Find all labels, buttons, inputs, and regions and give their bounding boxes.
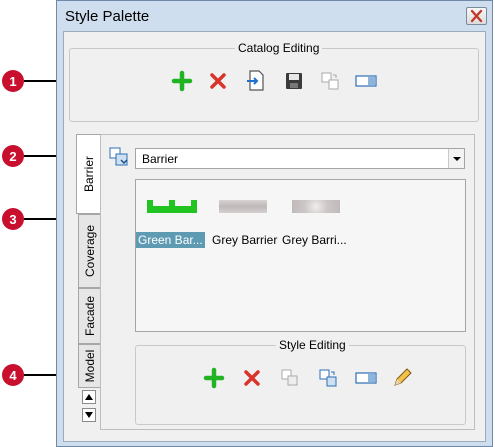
tab-facade-label: Facade (83, 295, 97, 337)
tab-model[interactable]: Model (78, 344, 102, 388)
style-rename-button[interactable] (354, 366, 378, 390)
catalog-editing-group: Catalog Editing (69, 41, 479, 122)
import-icon (247, 70, 264, 91)
catalog-delete-button[interactable] (206, 69, 230, 93)
add-icon (171, 70, 193, 92)
triangle-down-icon (85, 412, 93, 418)
triangle-up-icon (85, 394, 93, 400)
style-type-icon (109, 147, 128, 166)
callout-2-label: 2 (9, 148, 17, 164)
tab-barrier-label: Barrier (81, 155, 96, 193)
style-type-dropdown[interactable]: Barrier (135, 148, 465, 169)
catalog-add-button[interactable] (170, 69, 194, 93)
tab-barrier[interactable]: Barrier (76, 134, 100, 214)
duplicate-icon (281, 369, 298, 386)
tab-scroll-down-button[interactable] (82, 408, 96, 422)
callout-3-label: 3 (9, 211, 17, 227)
rename-icon (355, 372, 377, 384)
style-palette-window: Style Palette Catalog Editing Barrier Co… (56, 0, 493, 447)
copy-icon (319, 369, 337, 387)
green-barrier-swatch (147, 200, 197, 214)
catalog-copy-button[interactable] (318, 69, 342, 93)
catalog-save-button[interactable] (282, 69, 306, 93)
style-copy-button[interactable] (316, 366, 340, 390)
copy-icon (321, 72, 339, 90)
add-icon (203, 367, 225, 389)
window-title: Style Palette (65, 8, 150, 25)
save-icon (286, 73, 302, 89)
style-editing-group: Style Editing (135, 338, 466, 425)
grey-barrier-swatch (219, 200, 267, 213)
callout-2: 2 (2, 145, 24, 167)
style-type-value: Barrier (142, 152, 179, 166)
style-edit-button[interactable] (390, 366, 414, 390)
callout-4-label: 4 (9, 367, 17, 383)
palette-client-area: Catalog Editing Barrier Coverage Facade … (63, 31, 486, 442)
style-item-label: Grey Barrier (212, 233, 278, 247)
catalog-editing-label: Catalog Editing (235, 41, 323, 55)
callout-3: 3 (2, 208, 24, 230)
callout-1-label: 1 (9, 73, 17, 89)
style-item-label: Grey Barri... (282, 233, 347, 247)
callout-4: 4 (2, 364, 24, 386)
tab-scroll-up-button[interactable] (82, 390, 96, 404)
style-add-button[interactable] (202, 366, 226, 390)
title-bar[interactable]: Style Palette (57, 1, 492, 31)
chevron-down-icon (453, 157, 461, 161)
grey-barrier-light-swatch (292, 200, 340, 213)
delete-icon (244, 370, 260, 386)
style-type-button[interactable] (107, 145, 131, 169)
delete-icon (210, 73, 226, 89)
tab-coverage-label: Coverage (83, 224, 97, 278)
catalog-import-button[interactable] (244, 69, 268, 93)
style-delete-button[interactable] (240, 366, 264, 390)
edit-pencil-icon (394, 368, 412, 386)
tab-model-label: Model (83, 349, 97, 383)
styles-list: Green Bar... Grey Barrier Grey Barri... (135, 179, 466, 332)
style-item-grey-barrier-2[interactable]: Grey Barri... (282, 190, 356, 252)
callout-1: 1 (2, 70, 24, 92)
dropdown-arrow[interactable] (448, 149, 464, 168)
tab-coverage[interactable]: Coverage (78, 214, 102, 288)
tab-facade[interactable]: Facade (78, 288, 102, 344)
style-item-green-barrier[interactable]: Green Bar... (136, 190, 210, 252)
catalog-rename-button[interactable] (354, 69, 378, 93)
style-item-label: Green Bar... (136, 232, 205, 248)
style-duplicate-button[interactable] (278, 366, 302, 390)
style-editing-label: Style Editing (276, 338, 349, 352)
rename-icon (355, 75, 377, 87)
close-button[interactable] (466, 7, 487, 25)
close-icon (470, 9, 483, 23)
style-item-grey-barrier[interactable]: Grey Barrier (210, 190, 284, 252)
tab-panel: Barrier Green Bar... Grey Barrier Grey B… (100, 134, 475, 430)
